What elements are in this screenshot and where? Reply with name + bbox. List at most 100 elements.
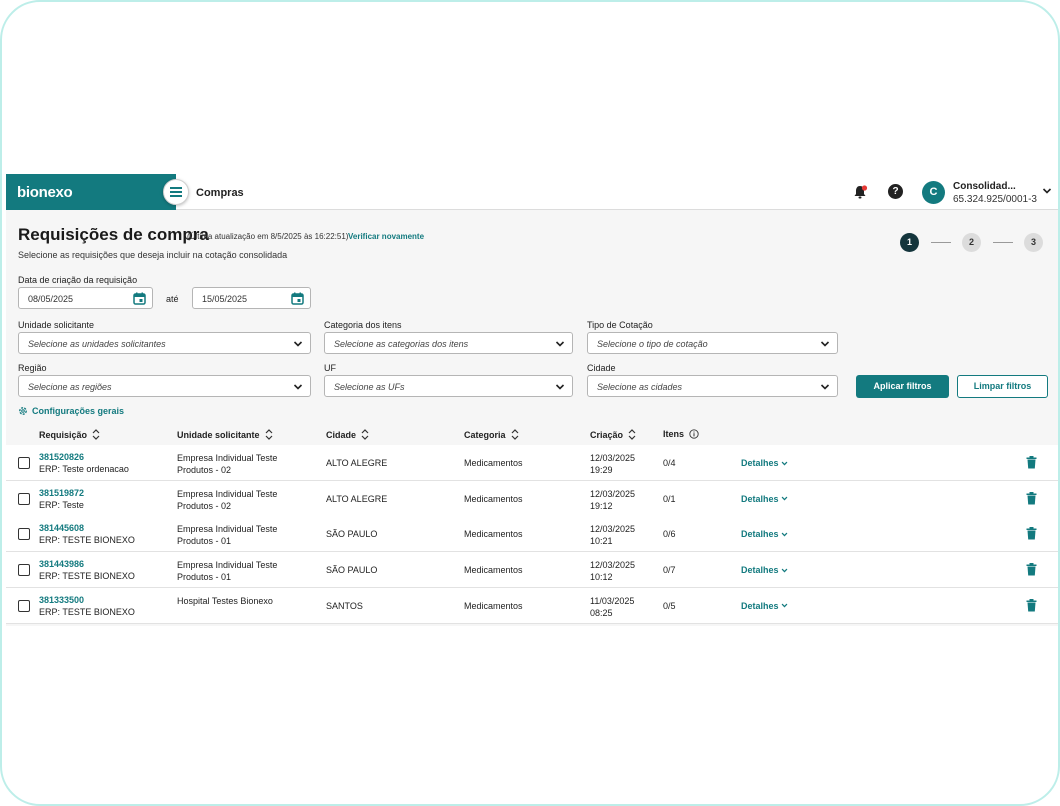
details-label: Detalhes [741, 600, 779, 611]
unit-line-1: Empresa Individual Teste [177, 453, 278, 463]
details-toggle[interactable]: Detalhes [741, 565, 788, 575]
details-toggle[interactable]: Detalhes [741, 601, 788, 611]
trash-icon[interactable] [1026, 491, 1037, 505]
step-3: 3 [1024, 233, 1043, 252]
details-toggle[interactable]: Detalhes [741, 494, 788, 504]
col-header-label: Categoria [464, 429, 506, 440]
created-time: 19:12 [590, 500, 613, 511]
general-settings-label: Configurações gerais [32, 406, 125, 416]
created-date: 12/03/2025 [590, 488, 636, 499]
col-header-requisicao[interactable]: Requisição [39, 429, 100, 440]
date-from-field[interactable]: 08/05/2025 [18, 287, 153, 309]
requisition-id-link[interactable]: 381333500 [39, 595, 84, 605]
unit-cell: Hospital Testes Bionexo [177, 595, 297, 607]
unit-line-2: Produtos - 01 [177, 572, 232, 583]
requisition-erp: ERP: TESTE BIONEXO [39, 571, 135, 582]
trash-icon[interactable] [1026, 527, 1037, 540]
requisition-id-link[interactable]: 381519872 [39, 488, 84, 498]
details-label: Detalhes [741, 458, 779, 468]
created-cell: 11/03/2025 08:25 [590, 595, 634, 619]
date-from-value: 08/05/2025 [28, 294, 74, 304]
requisition-id-link[interactable]: 381443986 [39, 559, 84, 569]
requisition-id-link[interactable]: 381520826 [39, 452, 84, 462]
items-cell: 0/6 [663, 529, 676, 540]
bell-icon[interactable] [852, 184, 868, 200]
created-date: 12/03/2025 [590, 524, 636, 535]
date-to-field[interactable]: 15/05/2025 [192, 287, 311, 309]
city-cell: SANTOS [326, 600, 363, 611]
tipo-select[interactable]: Selecione o tipo de cotação [587, 332, 838, 354]
categoria-select[interactable]: Selecione as categorias dos itens [324, 332, 573, 354]
category-cell: Medicamentos [464, 458, 523, 468]
col-header-label: Requisição [39, 429, 88, 440]
city-cell: ALTO ALEGRE [326, 458, 388, 468]
col-header-criacao[interactable]: Criação [590, 429, 636, 440]
items-cell: 0/4 [663, 458, 676, 468]
chevron-down-icon [293, 384, 303, 390]
uf-select[interactable]: Selecione as UFs [324, 375, 573, 397]
trash-icon[interactable] [1026, 456, 1037, 469]
cidade-placeholder: Selecione as cidades [597, 382, 683, 392]
chevron-down-icon [781, 568, 787, 573]
row-checkbox[interactable] [18, 492, 30, 505]
chevron-down-icon [820, 384, 830, 390]
step-connector [931, 242, 951, 243]
uf-label: UF [324, 363, 336, 373]
tipo-label: Tipo de Cotação [587, 320, 653, 330]
unit-line-1: Empresa Individual Teste [177, 488, 278, 499]
col-header-label: Unidade solicitante [177, 429, 260, 440]
row-checkbox[interactable] [18, 457, 30, 469]
user-name[interactable]: Consolidad... [953, 181, 1016, 192]
requisition-id-link[interactable]: 381445608 [39, 523, 84, 533]
table-row: 381443986 ERP: TESTE BIONEXO Empresa Indiv… [6, 552, 1058, 589]
trash-icon[interactable] [1026, 598, 1037, 612]
category-cell: Medicamentos [464, 529, 523, 540]
help-icon[interactable]: ? [888, 184, 903, 199]
clear-filters-button[interactable]: Limpar filtros [957, 375, 1048, 398]
unidade-select[interactable]: Selecione as unidades solicitantes [18, 332, 311, 354]
unit-line-1: Hospital Testes Bionexo [177, 595, 273, 606]
chevron-down-icon[interactable] [1042, 186, 1052, 196]
col-header-cidade[interactable]: Cidade [326, 429, 369, 440]
regiao-select[interactable]: Selecione as regiões [18, 375, 311, 397]
row-checkbox[interactable] [18, 564, 30, 577]
page-title: Requisições de compra [18, 225, 209, 244]
categoria-placeholder: Selecione as categorias dos itens [334, 339, 469, 349]
requisition-erp: ERP: Teste [39, 499, 84, 510]
date-separator: até [166, 294, 179, 304]
apply-filters-button[interactable]: Aplicar filtros [856, 375, 949, 398]
row-checkbox[interactable] [18, 599, 30, 612]
chevron-down-icon [781, 496, 787, 501]
col-header-categoria[interactable]: Categoria [464, 429, 519, 440]
calendar-icon[interactable] [133, 292, 146, 305]
details-label: Detalhes [741, 493, 779, 504]
general-settings-link[interactable]: Configurações gerais [18, 406, 124, 416]
menu-button[interactable] [163, 179, 189, 205]
details-toggle[interactable]: Detalhes [741, 458, 788, 468]
gear-icon [19, 407, 27, 415]
row-checkbox[interactable] [18, 528, 30, 541]
col-header-unidade[interactable]: Unidade solicitante [177, 429, 273, 440]
cidade-select[interactable]: Selecione as cidades [587, 375, 838, 397]
chevron-down-icon [293, 341, 303, 347]
created-date: 11/03/2025 [590, 595, 635, 606]
sort-icon [92, 429, 100, 440]
last-update-note: (Última atualização em 8/5/2025 às 16:22… [187, 232, 349, 241]
requisition-erp: ERP: TESTE BIONEXO [39, 606, 135, 617]
info-icon[interactable] [689, 429, 699, 439]
verify-again-link[interactable]: Verificar novamente [348, 232, 424, 241]
calendar-icon[interactable] [291, 292, 304, 305]
col-header-label: Itens [663, 429, 685, 439]
top-bar: bionexo Compras ? C Consolidad... 65.324… [6, 174, 1058, 210]
avatar[interactable]: C [922, 181, 945, 204]
user-id: 65.324.925/0001-3 [953, 194, 1037, 205]
trash-icon[interactable] [1026, 563, 1037, 576]
col-header-label: Cidade [326, 429, 357, 440]
unit-cell: Empresa Individual Teste Produtos - 02 [177, 452, 297, 476]
app-title: Compras [196, 187, 244, 199]
city-cell: ALTO ALEGRE [326, 493, 388, 504]
created-cell: 12/03/2025 19:29 [590, 452, 635, 476]
details-toggle[interactable]: Detalhes [741, 529, 788, 539]
category-cell: Medicamentos [464, 600, 523, 611]
category-cell: Medicamentos [464, 493, 523, 504]
